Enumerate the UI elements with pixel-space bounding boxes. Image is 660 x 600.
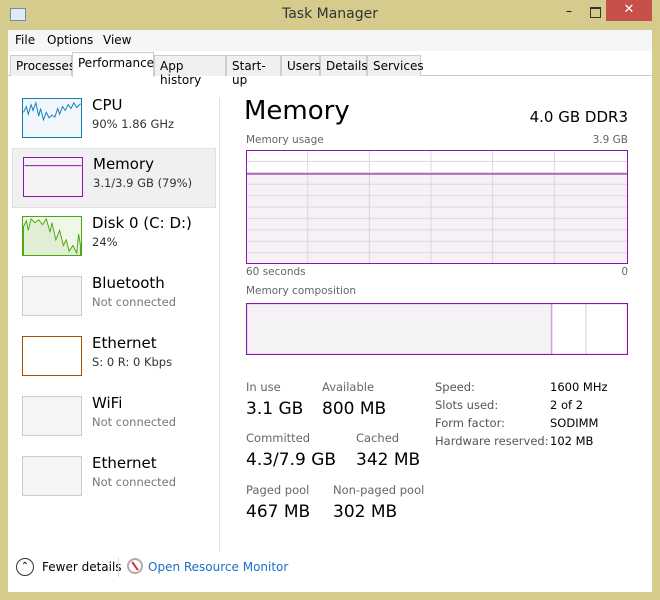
ethernet-2-label: Ethernet <box>92 454 157 472</box>
sidebar-item-cpu[interactable]: CPU 90% 1.86 GHz <box>12 90 216 150</box>
memory-usage-max: 3.9 GB <box>592 134 628 146</box>
tab-start-up[interactable]: Start-up <box>226 55 281 87</box>
committed-value: 4.3/7.9 GB <box>246 450 337 470</box>
footer-divider <box>118 557 119 577</box>
tab-app-history[interactable]: App history <box>154 55 226 87</box>
memory-graph-thumbnail <box>23 157 83 197</box>
available-label: Available <box>322 380 375 394</box>
memory-spec: 4.0 GB DDR3 <box>529 108 628 126</box>
wifi-status: Not connected <box>92 415 177 429</box>
slots-used-value: 2 of 2 <box>550 398 584 412</box>
wifi-label: WiFi <box>92 394 123 412</box>
cpu-label: CPU <box>92 96 123 114</box>
memory-usage-graph <box>246 150 628 264</box>
cpu-usage: 90% 1.86 GHz <box>92 117 175 131</box>
disk-graph-thumbnail <box>22 216 82 256</box>
sidebar-item-ethernet-2[interactable]: Ethernet Not connected <box>12 448 216 508</box>
wifi-graph-thumbnail <box>22 396 82 436</box>
sidebar-item-memory[interactable]: Memory 3.1/3.9 GB (79%) <box>12 148 216 208</box>
form-factor-label: Form factor: <box>435 416 505 430</box>
memory-usage-label: Memory usage <box>246 134 324 146</box>
cpu-graph-thumbnail <box>22 98 82 138</box>
memory-usage: 3.1/3.9 GB (79%) <box>93 176 193 190</box>
bluetooth-label: Bluetooth <box>92 274 165 292</box>
menu-view[interactable]: View <box>103 33 131 47</box>
sidebar-divider[interactable] <box>219 98 220 552</box>
form-factor-value: SODIMM <box>550 416 599 430</box>
speed-value: 1600 MHz <box>550 380 608 394</box>
sidebar-item-disk[interactable]: Disk 0 (C: D:) 24% <box>12 208 216 268</box>
hardware-reserved-value: 102 MB <box>550 434 594 448</box>
disk-usage: 24% <box>92 235 118 249</box>
sidebar-item-ethernet[interactable]: Ethernet S: 0 R: 0 Kbps <box>12 328 216 388</box>
cached-value: 342 MB <box>356 450 421 470</box>
memory-composition-label: Memory composition <box>246 285 357 297</box>
tab-users[interactable]: Users <box>281 55 321 76</box>
paged-pool-label: Paged pool <box>246 483 310 497</box>
resource-monitor-icon <box>127 558 143 574</box>
close-button[interactable]: ✕ <box>606 0 652 21</box>
in-use-label: In use <box>246 380 281 394</box>
tab-processes[interactable]: Processes <box>10 55 75 76</box>
hardware-reserved-label: Hardware reserved: <box>435 434 549 448</box>
committed-label: Committed <box>246 431 311 445</box>
page-title: Memory <box>244 96 350 126</box>
time-axis-end: 0 <box>621 266 628 278</box>
non-paged-pool-label: Non-paged pool <box>333 483 425 497</box>
minimize-button[interactable]: – <box>559 4 579 22</box>
ethernet-graph-thumbnail <box>22 336 82 376</box>
fewer-details-button[interactable]: Fewer details <box>42 560 122 574</box>
disk-label: Disk 0 (C: D:) <box>92 214 192 232</box>
paged-pool-value: 467 MB <box>246 502 311 522</box>
usage-fill <box>246 173 628 264</box>
ethernet-label: Ethernet <box>92 334 157 352</box>
ethernet-throughput: S: 0 R: 0 Kbps <box>92 355 173 369</box>
tab-bar: Processes Performance App history Start-… <box>8 51 652 87</box>
window-body: File Options View Processes Performance … <box>8 30 652 592</box>
tab-performance[interactable]: Performance <box>72 52 154 77</box>
memory-label: Memory <box>93 155 155 173</box>
memory-composition-bar[interactable] <box>246 303 628 355</box>
ethernet-2-graph-thumbnail <box>22 456 82 496</box>
maximize-button[interactable] <box>585 4 605 22</box>
available-value: 800 MB <box>322 399 387 419</box>
menu-options[interactable]: Options <box>47 33 93 47</box>
ethernet-2-status: Not connected <box>92 475 177 489</box>
cached-label: Cached <box>356 431 400 445</box>
tab-services[interactable]: Services <box>367 55 424 76</box>
bluetooth-graph-thumbnail <box>22 276 82 316</box>
menu-file[interactable]: File <box>15 33 35 47</box>
sidebar-item-bluetooth[interactable]: Bluetooth Not connected <box>12 268 216 328</box>
time-axis-start: 60 seconds <box>246 266 306 278</box>
tab-details[interactable]: Details <box>320 55 368 76</box>
speed-label: Speed: <box>435 380 475 394</box>
in-use-value: 3.1 GB <box>246 399 304 419</box>
bluetooth-status: Not connected <box>92 295 177 309</box>
chevron-up-icon[interactable]: ⌃ <box>16 558 34 576</box>
slots-used-label: Slots used: <box>435 398 499 412</box>
sidebar-item-wifi[interactable]: WiFi Not connected <box>12 388 216 448</box>
non-paged-pool-value: 302 MB <box>333 502 398 522</box>
menu-bar: File Options View <box>8 30 652 51</box>
in-use-segment <box>246 303 552 355</box>
title-bar[interactable]: Task Manager – ✕ <box>0 0 660 30</box>
open-resource-monitor-link[interactable]: Open Resource Monitor <box>148 560 288 574</box>
